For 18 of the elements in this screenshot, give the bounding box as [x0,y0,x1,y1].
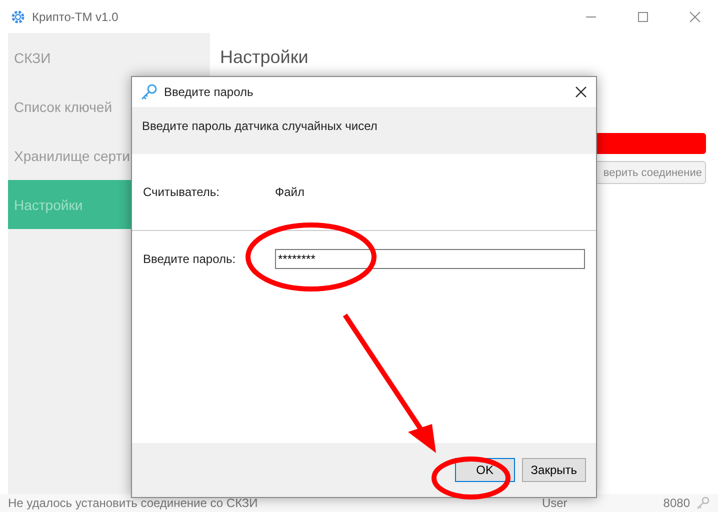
close-dialog-button[interactable]: Закрыть [522,458,586,482]
password-field[interactable]: ******** [275,249,585,269]
maximize-icon [637,10,649,22]
port-label: 8080 [663,496,690,510]
sidebar-item[interactable]: СКЗИ [8,33,210,82]
field-label: Введите пароль: [143,252,237,266]
dialog-title: Введите пароль [164,85,254,99]
key-icon [140,83,158,101]
close-icon [575,86,587,98]
dialog-instruction: Введите пароль датчика случайных чисел [142,119,378,133]
page-heading: Настройки [220,47,310,69]
status-message: Не удалось установить соединение со СКЗИ [8,496,258,510]
field-value: Файл [275,185,305,199]
user-label: User [542,496,568,510]
key-icon [696,496,710,510]
window-title: Крипто-ТМ v1.0 [32,10,118,24]
close-icon [689,10,701,22]
gear-icon [10,8,26,24]
